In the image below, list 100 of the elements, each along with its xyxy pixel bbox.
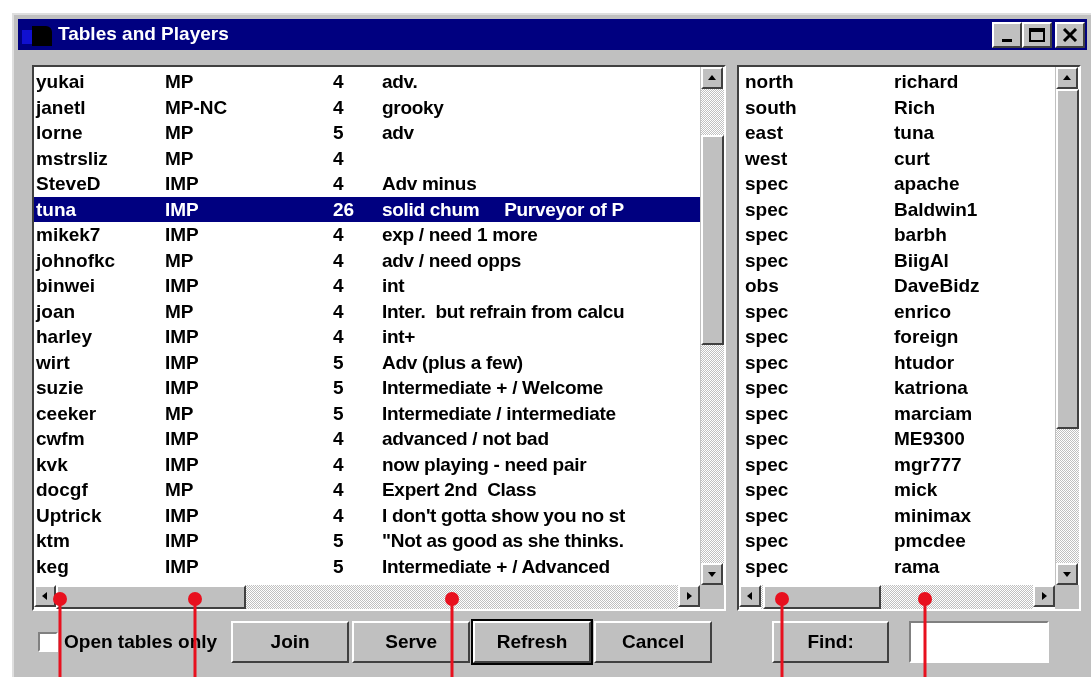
table-note: solid chum Purveyor of P: [382, 199, 624, 219]
table-row[interactable]: mstrsliz MP 4: [34, 145, 700, 171]
table-note: grooky: [382, 97, 444, 117]
seat-label: spec: [744, 352, 790, 372]
host-name: tuna: [35, 199, 78, 219]
table-row[interactable]: janetl MP-NC 4 grooky: [34, 94, 700, 120]
player-row[interactable]: spec enrico: [739, 298, 1055, 324]
scrollbar-thumb[interactable]: [1056, 89, 1079, 429]
player-name: marciam: [894, 403, 973, 423]
table-row[interactable]: SteveD IMP 4 Adv minus: [34, 171, 700, 197]
player-row[interactable]: obs DaveBidz: [739, 273, 1055, 299]
player-name: enrico: [894, 301, 952, 321]
seat-label: obs: [744, 276, 780, 296]
player-row[interactable]: west curt: [739, 145, 1055, 171]
player-count: 5: [333, 531, 345, 551]
scoring-type: IMP: [165, 352, 200, 372]
player-row[interactable]: spec Baldwin1: [739, 196, 1055, 222]
find-field[interactable]: [909, 621, 1050, 663]
close-button[interactable]: [1055, 21, 1085, 48]
player-row[interactable]: spec foreign: [739, 324, 1055, 350]
player-row[interactable]: spec BiigAl: [739, 247, 1055, 273]
host-name: keg: [35, 556, 70, 576]
table-row[interactable]: suzie IMP 5 Intermediate + / Welcome: [34, 375, 700, 401]
player-row[interactable]: spec pmcdee: [739, 528, 1055, 554]
host-name: kvk: [35, 454, 69, 474]
table-note: Expert 2nd Class: [382, 480, 537, 500]
player-name: BiigAl: [894, 250, 949, 270]
table-row[interactable]: keg IMP 5 Intermediate + / Advanced: [34, 553, 700, 579]
table-row[interactable]: ceeker MP 5 Intermediate / intermediate: [34, 400, 700, 426]
player-row[interactable]: spec minimax: [739, 502, 1055, 528]
player-row[interactable]: spec barbh: [739, 222, 1055, 248]
seat-label: spec: [744, 505, 790, 525]
table-row[interactable]: ktm IMP 5 "Not as good as she thinks.: [34, 528, 700, 554]
player-row[interactable]: spec ME9300: [739, 426, 1055, 452]
table-row[interactable]: yukai MP 4 adv.: [34, 69, 700, 95]
minimize-button[interactable]: [992, 21, 1022, 48]
dialog-button[interactable]: Serve: [352, 621, 471, 663]
table-note: "Not as good as she thinks.: [382, 531, 624, 551]
maximize-button[interactable]: [1022, 21, 1052, 48]
table-row[interactable]: johnofkc MP 4 adv / need opps: [34, 247, 700, 273]
table-row[interactable]: mikek7 IMP 4 exp / need 1 more: [34, 222, 700, 248]
table-note: exp / need 1 more: [382, 225, 538, 245]
dialog-button[interactable]: Join: [231, 621, 350, 663]
player-row[interactable]: east tuna: [739, 120, 1055, 146]
table-note: adv / need opps: [382, 250, 522, 270]
table-row[interactable]: cwfm IMP 4 advanced / not bad: [34, 426, 700, 452]
scrollbar-thumb[interactable]: [701, 135, 724, 345]
scoring-type: IMP: [165, 199, 200, 219]
player-row[interactable]: spec rama: [739, 553, 1055, 579]
player-count: 4: [333, 454, 345, 474]
seat-label: spec: [744, 250, 790, 270]
table-row[interactable]: docgf MP 4 Expert 2nd Class: [34, 477, 700, 503]
player-row[interactable]: spec katriona: [739, 375, 1055, 401]
player-row[interactable]: north richard: [739, 69, 1055, 95]
table-row[interactable]: wirt IMP 5 Adv (plus a few): [34, 349, 700, 375]
table-note: Intermediate + / Welcome: [382, 378, 604, 398]
player-row[interactable]: south Rich: [739, 94, 1055, 120]
seat-label: spec: [744, 301, 790, 321]
player-name: rama: [894, 556, 940, 576]
table-row[interactable]: lorne MP 5 adv: [34, 120, 700, 146]
scrollbar-thumb[interactable]: [763, 585, 881, 609]
table-row[interactable]: tuna IMP 26 solid chum Purveyor of P: [34, 196, 700, 222]
dialog-button[interactable]: Refresh: [473, 621, 592, 663]
host-name: lorne: [35, 123, 84, 143]
player-name: ME9300: [894, 429, 965, 449]
table-note: adv.: [382, 72, 418, 92]
player-count: 4: [333, 301, 345, 321]
table-row[interactable]: joan MP 4 Inter. but refrain from calcu: [34, 298, 700, 324]
table-row[interactable]: harley IMP 4 int+: [34, 324, 700, 350]
player-count: 4: [333, 276, 345, 296]
scoring-type: IMP: [165, 378, 200, 398]
dialog-button[interactable]: Cancel: [594, 621, 713, 663]
checkbox[interactable]: [38, 632, 58, 652]
scoring-type: MP: [165, 480, 195, 500]
player-name: DaveBidz: [894, 276, 980, 296]
seat-label: north: [744, 72, 795, 92]
host-name: mstrsliz: [35, 148, 109, 168]
host-name: ceeker: [35, 403, 98, 423]
scoring-type: IMP: [165, 556, 200, 576]
player-row[interactable]: spec mgr777: [739, 451, 1055, 477]
host-name: docgf: [35, 480, 89, 500]
find-button[interactable]: Find:: [772, 621, 890, 663]
window-title: Tables and Players: [58, 22, 229, 47]
close-icon: [1062, 27, 1078, 42]
scrollbar-thumb[interactable]: [56, 585, 246, 609]
scoring-type: IMP: [165, 531, 200, 551]
player-name: mgr777: [894, 454, 962, 474]
seat-label: spec: [744, 480, 790, 500]
player-name: apache: [894, 174, 960, 194]
table-note: int: [382, 276, 405, 296]
table-row[interactable]: Uptrick IMP 4 I don't gotta show you no st: [34, 502, 700, 528]
player-row[interactable]: spec mick: [739, 477, 1055, 503]
table-note: int+: [382, 327, 416, 347]
player-row[interactable]: spec marciam: [739, 400, 1055, 426]
player-row[interactable]: spec htudor: [739, 349, 1055, 375]
seat-label: spec: [744, 556, 790, 576]
table-row[interactable]: binwei IMP 4 int: [34, 273, 700, 299]
player-row[interactable]: spec apache: [739, 171, 1055, 197]
table-row[interactable]: kvk IMP 4 now playing - need pair: [34, 451, 700, 477]
host-name: yukai: [35, 72, 86, 92]
